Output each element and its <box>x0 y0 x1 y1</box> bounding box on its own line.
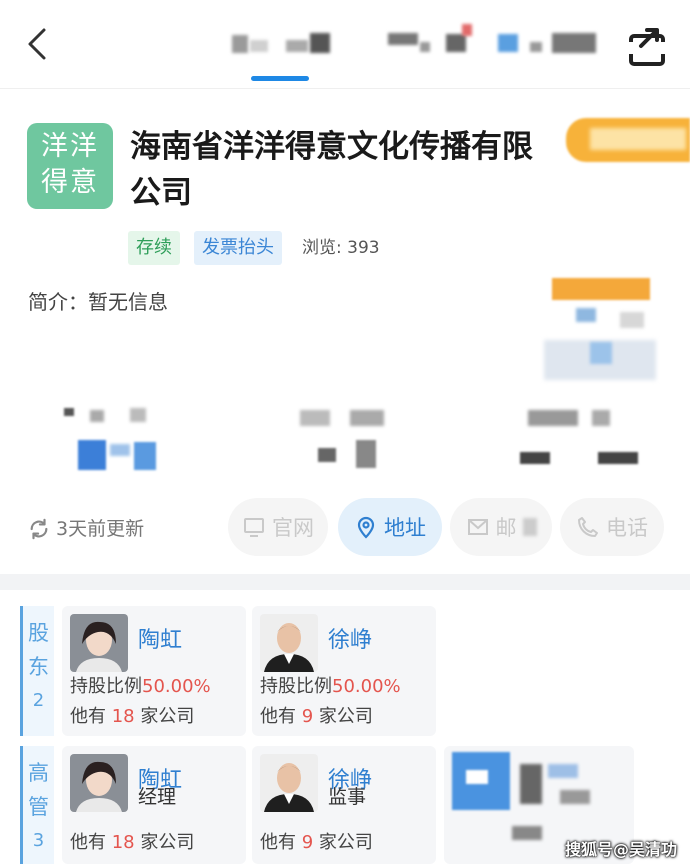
phone-icon <box>578 517 598 537</box>
company-count-prefix: 他有 <box>260 832 296 853</box>
invoice-title-tag[interactable]: 发票抬头 <box>194 231 282 265</box>
shareholders-label[interactable]: 股 东 2 <box>20 606 54 736</box>
website-button[interactable]: 官网 <box>228 498 328 556</box>
company-count-suffix: 家公司 <box>140 832 195 853</box>
company-count[interactable]: 他有 9 家公司 <box>260 830 373 856</box>
shareholder-card[interactable]: 陶虹 持股比例50.00% 他有 18 家公司 <box>62 606 246 736</box>
address-button[interactable]: 地址 <box>338 498 442 556</box>
email-label: 邮 <box>495 516 517 540</box>
website-label: 官网 <box>272 516 314 540</box>
shareholders-label-char-2: 东 <box>28 655 49 679</box>
monitor-icon <box>244 518 264 537</box>
shareholders-count: 2 <box>32 690 45 711</box>
back-arrow-icon[interactable] <box>22 24 52 64</box>
phone-button[interactable]: 电话 <box>560 498 664 556</box>
avatar <box>70 614 128 672</box>
company-count-suffix: 家公司 <box>318 706 373 727</box>
share-ratio: 持股比例50.00% <box>70 674 211 700</box>
shareholder-card[interactable]: 徐峥 持股比例50.00% 他有 9 家公司 <box>252 606 436 736</box>
share-ratio-value: 50.00% <box>332 676 401 697</box>
blurred-email-char <box>522 518 537 536</box>
location-pin-icon <box>357 516 375 539</box>
person-name[interactable]: 陶虹 <box>138 626 182 656</box>
company-count-prefix: 他有 <box>260 706 296 727</box>
phone-label: 电话 <box>606 516 648 540</box>
company-count-value: 9 <box>301 706 314 727</box>
person-role: 监事 <box>328 786 367 808</box>
person-role: 经理 <box>138 786 177 808</box>
avatar <box>70 754 128 812</box>
company-count-value: 9 <box>301 832 314 853</box>
divider <box>0 88 690 89</box>
executives-label[interactable]: 高 管 3 <box>20 746 54 864</box>
company-count-value: 18 <box>111 832 135 853</box>
share-icon[interactable] <box>627 22 667 68</box>
company-count[interactable]: 他有 18 家公司 <box>70 830 194 856</box>
refresh-icon <box>30 518 48 540</box>
logo-line-1: 洋洋 <box>41 131 99 162</box>
status-badge: 存续 <box>128 231 180 265</box>
shareholders-label-char-1: 股 <box>28 621 49 645</box>
executives-label-char-1: 高 <box>28 761 49 785</box>
logo-line-2: 得意 <box>41 167 99 198</box>
avatar <box>260 754 318 812</box>
company-count-prefix: 他有 <box>70 832 106 853</box>
avatar <box>260 614 318 672</box>
company-count-prefix: 他有 <box>70 706 106 727</box>
company-name: 海南省洋洋得意文化传播有限公司 <box>130 129 533 211</box>
executives-label-char-2: 管 <box>28 795 49 819</box>
email-button[interactable]: 邮 <box>450 498 552 556</box>
active-tab-indicator <box>251 76 309 81</box>
update-text: 3天前更新 <box>56 518 145 540</box>
mail-icon <box>467 519 488 535</box>
company-count-suffix: 家公司 <box>140 706 195 727</box>
executives-count: 3 <box>32 830 45 851</box>
company-count[interactable]: 他有 18 家公司 <box>70 704 194 730</box>
top-bar <box>0 0 690 88</box>
address-label: 地址 <box>384 516 426 540</box>
watermark: 搜狐号@吴清功 <box>565 840 678 859</box>
executive-card[interactable]: 徐峥 监事 他有 9 家公司 <box>252 746 436 864</box>
share-ratio-label: 持股比例 <box>70 676 142 697</box>
share-ratio-value: 50.00% <box>142 676 211 697</box>
executive-card[interactable]: 陶虹 经理 他有 18 家公司 <box>62 746 246 864</box>
company-intro: 简介：暂无信息 <box>28 290 168 314</box>
company-logo: 洋洋 得意 <box>27 123 113 209</box>
person-name[interactable]: 徐峥 <box>328 626 372 656</box>
company-count-value: 18 <box>111 706 135 727</box>
share-ratio: 持股比例50.00% <box>260 674 401 700</box>
company-count[interactable]: 他有 9 家公司 <box>260 704 373 730</box>
update-status: 3天前更新 <box>28 512 144 546</box>
view-count: 浏览: 393 <box>302 238 380 258</box>
share-ratio-label: 持股比例 <box>260 676 332 697</box>
section-divider <box>0 574 690 590</box>
company-count-suffix: 家公司 <box>318 832 373 853</box>
